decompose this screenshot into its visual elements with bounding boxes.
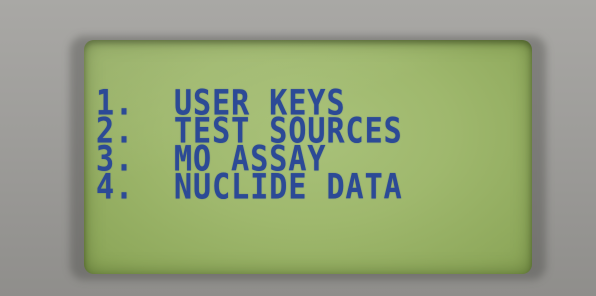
menu-item-label: NUCLIDE DATA	[174, 167, 403, 208]
menu-item-nuclide-data[interactable]: 4. NUCLIDE DATA	[96, 167, 403, 208]
menu-item-number: 4.	[96, 167, 135, 208]
main-menu: 1. USER KEYS 2. TEST SOURCES 3. MO ASSAY 4.…	[96, 86, 403, 204]
device-housing: 1. USER KEYS 2. TEST SOURCES 3. MO ASSAY 4.…	[0, 0, 596, 296]
